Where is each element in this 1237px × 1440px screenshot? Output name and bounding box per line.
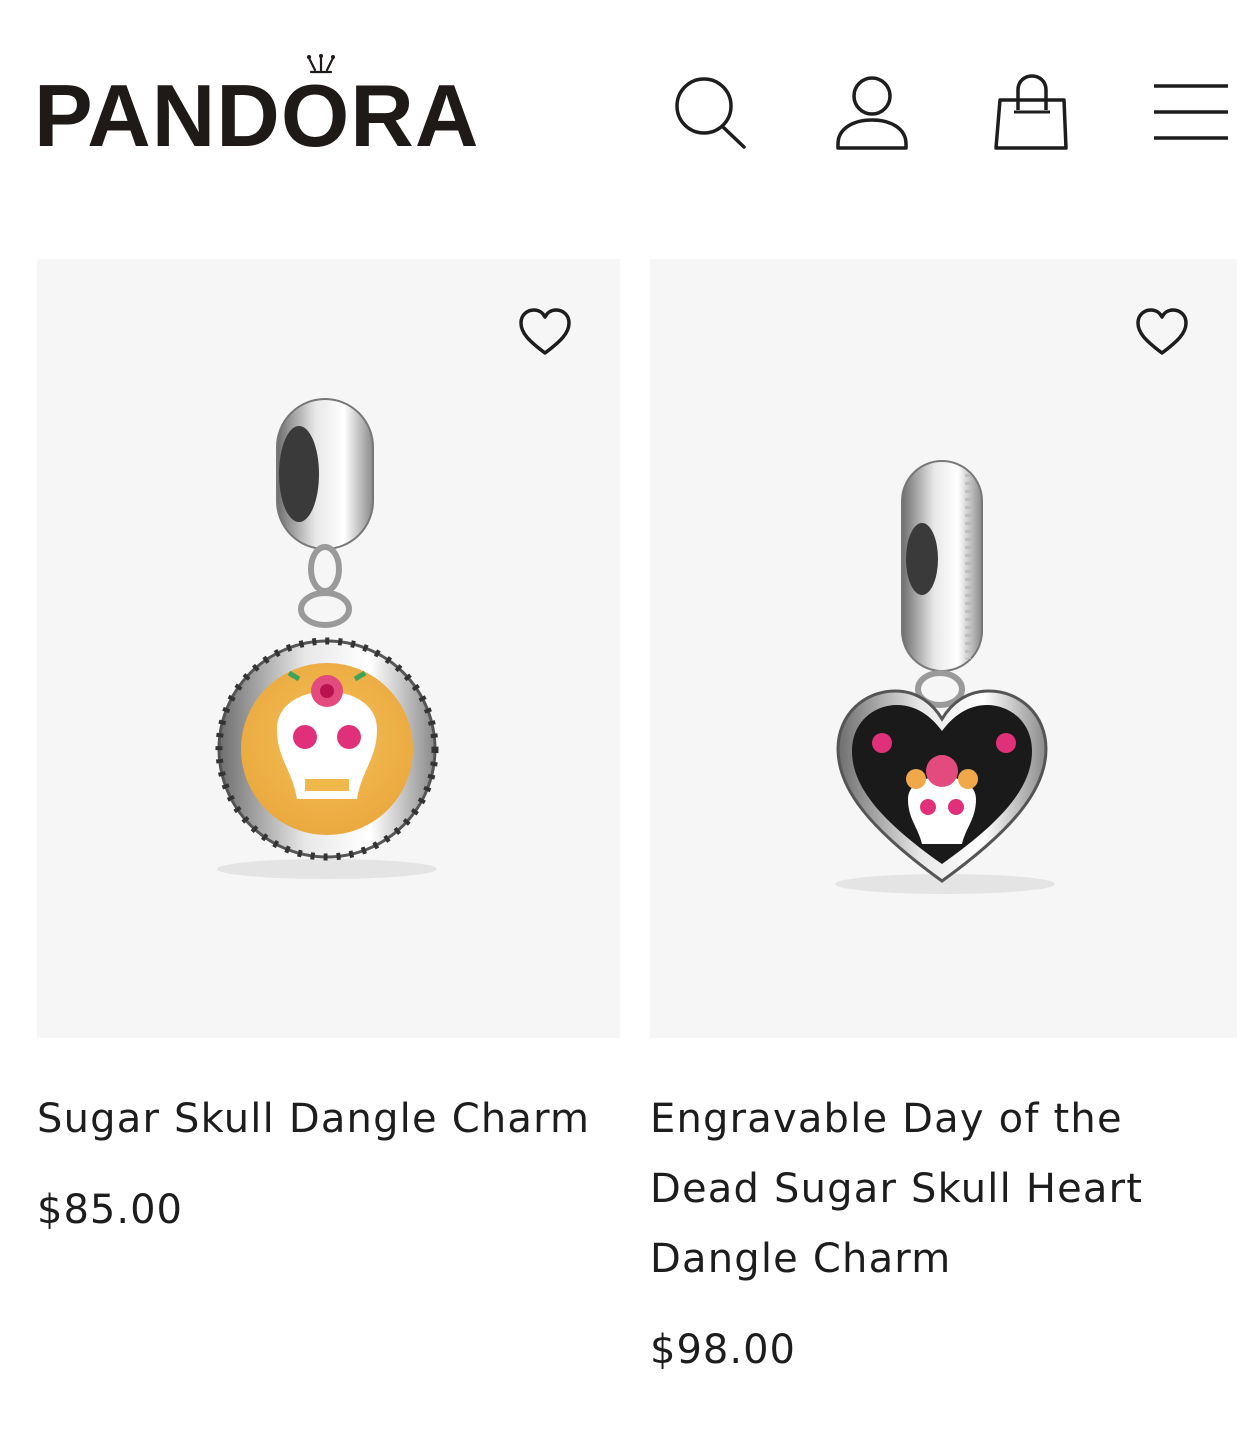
product-price: $98.00 <box>650 1327 796 1373</box>
bag-icon[interactable] <box>992 72 1072 152</box>
wishlist-heart-icon[interactable] <box>517 307 573 357</box>
site-header: PANDORA <box>0 0 1237 200</box>
sugar-skull-charm-image <box>215 398 439 879</box>
product-card[interactable]: Engravable Day of the Dead Sugar Skull H… <box>650 259 1237 1374</box>
product-image[interactable] <box>37 259 620 1038</box>
product-price: $85.00 <box>37 1187 183 1233</box>
heart-sugar-skull-charm-image <box>835 460 1055 894</box>
pandora-logo[interactable]: PANDORA <box>34 54 494 165</box>
account-icon[interactable] <box>832 72 912 152</box>
search-icon[interactable] <box>670 72 750 152</box>
menu-icon[interactable] <box>1152 72 1232 152</box>
product-card[interactable]: Sugar Skull Dangle Charm $85.00 <box>37 259 620 1234</box>
brand-name: PANDORA <box>34 66 480 165</box>
product-image[interactable] <box>650 259 1237 1038</box>
wishlist-heart-icon[interactable] <box>1134 307 1190 357</box>
product-title[interactable]: Engravable Day of the Dead Sugar Skull H… <box>650 1084 1237 1294</box>
product-title[interactable]: Sugar Skull Dangle Charm <box>37 1084 620 1154</box>
